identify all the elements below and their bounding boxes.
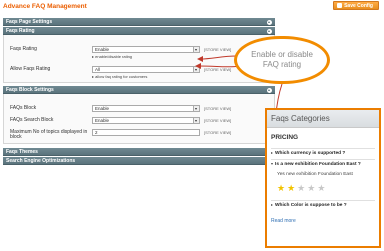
- annotation-callout: Enable or disable FAQ rating: [234, 36, 330, 84]
- callout-line-2: FAQ rating: [262, 60, 302, 69]
- arrow-to-allow-rating: [195, 63, 241, 70]
- star-icon[interactable]: ★: [317, 184, 325, 193]
- faq-question-expanded[interactable]: Is a new exhibition Foundation East ?: [271, 162, 375, 167]
- faq-question[interactable]: Which currency is supported ?: [271, 151, 375, 156]
- callout-line-1: Enable or disable: [251, 50, 313, 59]
- chevron-right-icon: [271, 151, 273, 154]
- chevron-right-icon: [271, 203, 273, 206]
- faqs-categories-widget: Faqs Categories PRICING Which currency i…: [265, 108, 381, 248]
- chevron-down-icon: [271, 162, 273, 165]
- divider: [271, 148, 375, 149]
- category-heading: PRICING: [271, 134, 299, 141]
- divider: [271, 200, 375, 201]
- question-text: Which currency is supported ?: [275, 151, 346, 156]
- read-more-link[interactable]: Read more: [271, 218, 296, 224]
- divider: [271, 159, 375, 160]
- rating-stars[interactable]: ★ ★ ★ ★ ★: [277, 184, 325, 193]
- question-text: Is a new exhibition Foundation East ?: [275, 162, 361, 167]
- star-icon[interactable]: ★: [297, 184, 305, 193]
- question-text: Which Color is suppose to be ?: [275, 203, 347, 208]
- widget-title: Faqs Categories: [267, 110, 379, 128]
- arrow-to-rating-select: [197, 55, 237, 62]
- faq-answer: Yes new exhibition Foundation East: [277, 172, 353, 177]
- star-icon[interactable]: ★: [287, 184, 295, 193]
- star-icon[interactable]: ★: [277, 184, 285, 193]
- faq-question[interactable]: Which Color is suppose to be ?: [271, 203, 375, 208]
- star-icon[interactable]: ★: [307, 184, 315, 193]
